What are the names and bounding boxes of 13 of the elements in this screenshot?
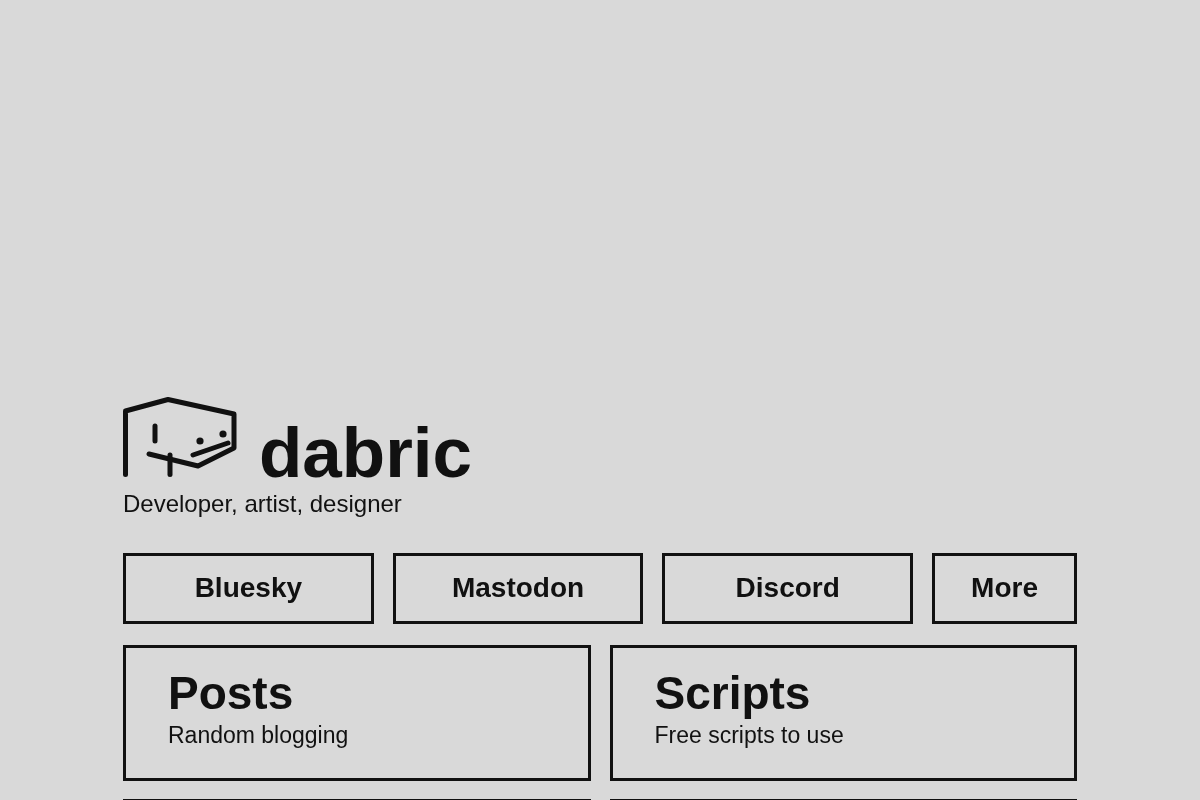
link-button[interactable]: More (932, 552, 1077, 624)
link-button[interactable]: Mastodon (392, 552, 644, 624)
box-face-logo-icon (123, 397, 237, 477)
card-title: Scripts (654, 667, 811, 719)
card-description: Free scripts to use (654, 722, 844, 750)
card-title: Posts (168, 667, 294, 719)
link-button[interactable]: Bluesky (123, 552, 374, 624)
card-description: Random blogging (168, 722, 349, 750)
section-card[interactable]: Scripts Free scripts to use (609, 644, 1077, 781)
link-button[interactable]: Discord (662, 552, 914, 624)
site-name: dabric (259, 417, 473, 488)
section-card[interactable]: Posts Random blogging (123, 644, 591, 781)
tagline: Developer, artist, designer (123, 490, 402, 519)
